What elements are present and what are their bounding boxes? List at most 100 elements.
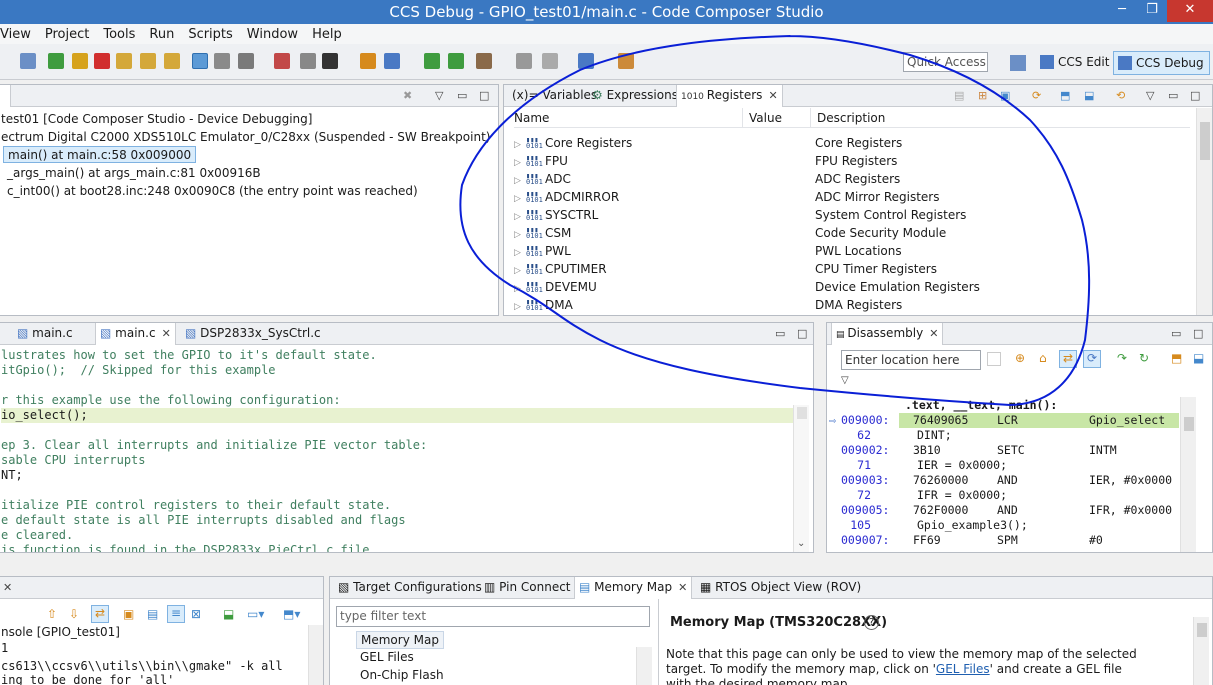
gel-files-link[interactable]: GEL Files bbox=[936, 662, 990, 676]
code-line[interactable]: itialize PIE control registers to their … bbox=[1, 498, 391, 513]
remove-all-icon[interactable]: ✖ bbox=[403, 89, 412, 102]
debug-config-icon[interactable] bbox=[384, 53, 400, 69]
register-row[interactable]: ▷ ▮▮▮ 0101 ADCMIRROR ADC Mirror Registers bbox=[514, 188, 1196, 206]
close-editor-tab-icon[interactable]: ✕ bbox=[162, 327, 171, 340]
memory-map-scrollbar[interactable] bbox=[1193, 617, 1209, 685]
step-forward-icon[interactable] bbox=[424, 53, 440, 69]
code-line[interactable]: lustrates how to set the GPIO to it's de… bbox=[1, 348, 377, 363]
register-row[interactable]: ▷ ▮▮▮ 0101 CPUTIMER CPU Timer Registers bbox=[514, 260, 1196, 278]
reg-view-menu-icon[interactable]: ▽ bbox=[1146, 89, 1154, 102]
tree-scrollbar[interactable] bbox=[636, 647, 652, 685]
tab-registers[interactable]: 1010 Registers ✕ bbox=[676, 85, 783, 107]
tab-sysctrl-c[interactable]: ▧ DSP2833x_SysCtrl.c bbox=[181, 323, 325, 345]
console-clear-icon[interactable]: ⊠ bbox=[191, 607, 201, 621]
reg-maximize-icon[interactable]: □ bbox=[1190, 89, 1200, 102]
disassembly-scrollbar-thumb[interactable] bbox=[1184, 417, 1194, 431]
console-copy-icon[interactable]: ▣ bbox=[123, 607, 134, 621]
register-row[interactable]: ▷ ▮▮▮ 0101 ADC ADC Registers bbox=[514, 170, 1196, 188]
disasm-maximize-icon[interactable]: □ bbox=[1193, 327, 1203, 340]
asm-step-into-icon[interactable]: ↷ bbox=[1117, 351, 1127, 365]
tab-expressions[interactable]: ⚙ Expressions bbox=[588, 85, 682, 107]
perspective-ccs-edit[interactable]: CCS Edit bbox=[1036, 51, 1114, 75]
scroll-down-icon[interactable]: ⌄ bbox=[797, 538, 805, 549]
debug-icon[interactable] bbox=[20, 53, 36, 69]
disassembly-scrollbar[interactable] bbox=[1180, 397, 1196, 552]
editor-scrollbar[interactable]: ⌄ bbox=[793, 405, 809, 552]
maximize-button[interactable]: ❐ bbox=[1137, 0, 1167, 22]
register-row[interactable]: ▷ ▮▮▮ 0101 CSM Code Security Module bbox=[514, 224, 1196, 242]
help-icon[interactable]: ? bbox=[864, 615, 879, 630]
close-registers-tab-icon[interactable]: ✕ bbox=[768, 89, 777, 102]
code-line[interactable]: sable CPU interrupts bbox=[1, 453, 146, 468]
debug-target-item[interactable]: ectrum Digital C2000 XDS510LC Emulator_0… bbox=[1, 129, 490, 146]
terminate-icon[interactable] bbox=[94, 53, 110, 69]
register-row[interactable]: ▷ ▮▮▮ 0101 SYSCTRL System Control Registers bbox=[514, 206, 1196, 224]
show-source-icon[interactable]: ⇄ bbox=[1059, 350, 1077, 368]
stack-frame-args-main[interactable]: _args_main() at args_main.c:81 0x00916B bbox=[7, 165, 261, 182]
disasm-instruction-row[interactable]: 009003: 76260000 AND IER, #0x0000 bbox=[827, 473, 1179, 488]
load-program-icon[interactable] bbox=[360, 53, 376, 69]
tab-main-c-1[interactable]: ▧ main.c bbox=[13, 323, 77, 345]
registers-scrollbar-thumb[interactable] bbox=[1200, 122, 1210, 160]
code-line[interactable]: ep 3. Clear all interrupts and initializ… bbox=[1, 438, 427, 453]
register-row[interactable]: ▷ ▮▮▮ 0101 Core Registers Core Registers bbox=[514, 134, 1196, 152]
minimize-button[interactable]: ─ bbox=[1107, 0, 1137, 22]
code-line[interactable]: r this example use the following configu… bbox=[1, 393, 341, 408]
registers-scrollbar[interactable] bbox=[1196, 108, 1212, 315]
column-header-name[interactable]: Name bbox=[514, 108, 742, 128]
console-scroll-lock-icon[interactable]: ▤ bbox=[147, 607, 158, 621]
console-sync-icon[interactable]: ⇄ bbox=[91, 605, 109, 623]
disasm-minimize-icon[interactable]: ▭ bbox=[1171, 327, 1181, 340]
code-line[interactable]: is function is found in the DSP2833x_Pie… bbox=[1, 543, 377, 552]
restart-icon[interactable] bbox=[238, 53, 254, 69]
debug-session-item[interactable]: test01 [Code Composer Studio - Device De… bbox=[1, 111, 312, 128]
reg-toolbar-icon-1[interactable]: ▤ bbox=[954, 89, 964, 102]
maximize-view-icon[interactable]: □ bbox=[479, 89, 489, 102]
reg-toolbar-icon-4[interactable]: ⟳ bbox=[1032, 89, 1041, 102]
pin-view-icon[interactable]: ⬓ bbox=[1193, 351, 1204, 365]
link-source-icon[interactable]: ⊕ bbox=[1015, 351, 1025, 365]
disasm-source-row[interactable]: 105 Gpio_example3(); bbox=[827, 518, 1179, 533]
reg-toolbar-icon-2[interactable]: ⊞ bbox=[978, 89, 987, 102]
tab-memory-map[interactable]: ▤ Memory Map ✕ bbox=[574, 577, 693, 599]
quick-access-input[interactable]: Quick Access bbox=[903, 52, 988, 72]
resume-icon[interactable] bbox=[48, 53, 64, 69]
target-icon[interactable] bbox=[322, 53, 338, 69]
column-header-value[interactable]: Value bbox=[742, 108, 810, 128]
close-button[interactable]: ✕ bbox=[1167, 0, 1213, 22]
tab-disassembly[interactable]: ▤ Disassembly ✕ bbox=[831, 323, 944, 345]
disasm-instruction-row[interactable]: ⇨ 009000: 76409065 LCR Gpio_select bbox=[827, 413, 1179, 428]
open-perspective-icon[interactable] bbox=[1010, 55, 1026, 71]
menu-scripts[interactable]: Scripts bbox=[181, 27, 239, 42]
close-console-tab-icon[interactable]: ✕ bbox=[3, 581, 12, 594]
assembly-step-icon[interactable] bbox=[192, 53, 208, 69]
menu-run[interactable]: Run bbox=[142, 27, 181, 42]
home-icon[interactable]: ⌂ bbox=[1039, 351, 1047, 365]
menu-tools[interactable]: Tools bbox=[96, 27, 142, 42]
code-line[interactable]: e default state is all PIE interrupts di… bbox=[1, 513, 406, 528]
code-line[interactable]: NT; bbox=[1, 468, 23, 483]
tab-debug[interactable] bbox=[0, 85, 11, 107]
editor-maximize-icon[interactable]: □ bbox=[797, 327, 807, 340]
reset-icon[interactable] bbox=[214, 53, 230, 69]
stack-frame-c-int00[interactable]: c_int00() at boot28.inc:248 0x0090C8 (th… bbox=[7, 183, 418, 200]
memory-map-scrollbar-thumb[interactable] bbox=[1197, 623, 1207, 637]
step-over-icon[interactable] bbox=[140, 53, 156, 69]
pin-icon[interactable] bbox=[578, 53, 594, 69]
register-row[interactable]: ▷ ▮▮▮ 0101 DMA DMA Registers bbox=[514, 296, 1196, 314]
perspective-ccs-debug[interactable]: CCS Debug bbox=[1113, 51, 1210, 75]
code-area[interactable]: lustrates how to set the GPIO to it's de… bbox=[1, 348, 795, 552]
disasm-source-row[interactable]: 72 IFR = 0x0000; bbox=[827, 488, 1179, 503]
menu-project[interactable]: Project bbox=[38, 27, 96, 42]
wand-icon[interactable] bbox=[618, 53, 634, 69]
reg-toolbar-icon-5[interactable]: ⬒ bbox=[1060, 89, 1070, 102]
close-disassembly-tab-icon[interactable]: ✕ bbox=[929, 327, 938, 340]
reg-minimize-icon[interactable]: ▭ bbox=[1168, 89, 1178, 102]
tab-console[interactable]: ✕ bbox=[0, 577, 16, 599]
go-to-location-icon[interactable] bbox=[987, 352, 1001, 366]
stack-frame-main[interactable]: main() at main.c:58 0x009000 bbox=[3, 146, 197, 163]
asm-step-over-icon[interactable]: ↻ bbox=[1139, 351, 1149, 365]
sync-icon[interactable]: ⟳ bbox=[1083, 350, 1101, 368]
tab-target-configurations[interactable]: ▧ Target Configurations bbox=[334, 577, 486, 599]
expand-icon[interactable]: ▷ bbox=[514, 298, 526, 315]
